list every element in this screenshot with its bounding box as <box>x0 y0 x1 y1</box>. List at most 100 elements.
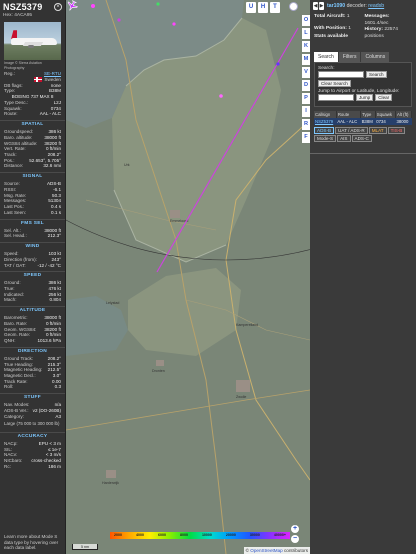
route-label: Route: <box>4 111 18 117</box>
info-row-value: 0.804 <box>49 297 62 303</box>
col-squawk[interactable]: Squawk <box>375 110 396 118</box>
close-icon[interactable]: × <box>54 3 62 11</box>
tab-search[interactable]: Search <box>314 51 338 62</box>
button-k[interactable]: K <box>302 41 310 52</box>
photo-plane-engine <box>28 45 34 49</box>
expand-right-icon[interactable]: ▶ <box>319 2 324 10</box>
col-altitude[interactable]: Alt (ft) <box>395 110 413 118</box>
map-canvas[interactable]: Emmeloord Lelystad Kampereiland Zwolle H… <box>66 0 310 554</box>
filter-ais[interactable]: AIS <box>337 134 351 142</box>
jump-button[interactable]: Jump <box>356 93 374 101</box>
button-r[interactable]: R <box>302 119 310 130</box>
col-type[interactable]: Type <box>360 110 376 118</box>
info-row-label: Mach: <box>4 297 17 303</box>
callsign-link[interactable]: NSZ5379 <box>315 119 333 124</box>
label-zwolle: Zwolle <box>236 395 246 399</box>
button-m[interactable]: M <box>302 54 310 65</box>
filter-tisb[interactable]: TIS-B <box>387 126 406 134</box>
section-signal: SIGNAL Source: ADS-B RSSI: -6.1 Msg. Rate: 50… <box>0 172 65 215</box>
button-i[interactable]: I <box>302 106 310 117</box>
button-v[interactable]: V <box>302 67 310 78</box>
map-side-buttons: O L K M V D P I R F <box>302 15 310 143</box>
layer-toggle-icon[interactable] <box>289 2 298 11</box>
map-attribution: © OpenStreetMap contributors <box>243 547 310 554</box>
aircraft-marker-other[interactable] <box>219 94 223 98</box>
info-row: Mach: 0.804 <box>0 297 65 303</box>
openstreetmap-link[interactable]: OpenStreetMap <box>250 548 282 553</box>
section-direction: DIRECTION Ground Track: 208.2° True Headin… <box>0 346 65 390</box>
section-title-spatial: SPATIAL <box>21 122 44 128</box>
decoder-info: tar1090 decoder: readsb <box>327 3 384 9</box>
button-f[interactable]: F <box>302 132 310 143</box>
clear-search-button[interactable]: Clear Search <box>318 79 351 87</box>
button-t[interactable]: T <box>270 2 280 13</box>
aircraft-marker-other[interactable] <box>276 62 280 66</box>
town-zwolle <box>236 380 250 392</box>
button-d[interactable]: D <box>302 80 310 91</box>
button-h[interactable]: H <box>258 2 268 13</box>
decoder-link[interactable]: readsb <box>368 3 384 9</box>
aircraft-marker-other[interactable] <box>91 4 95 8</box>
stuff-list: Nav. Modes: n/a ADS-B Ver.: v2 (DO-260B) Cat… <box>0 402 65 419</box>
collapse-left-icon[interactable]: ◀ <box>313 2 318 10</box>
with-pos-value: 1 <box>348 25 351 31</box>
filter-adsb[interactable]: ADS-B <box>314 126 335 134</box>
town-dronten <box>156 360 164 366</box>
fms-list: Sel. Alt.: 38000 ft Sel. Head.: 212.3° <box>0 228 65 239</box>
info-row: QNH: 1013.6 hPa <box>0 338 65 344</box>
button-o[interactable]: O <box>302 15 310 26</box>
col-callsign[interactable]: Callsign <box>314 110 337 118</box>
section-wind: WIND Speed: 103 kt Direction (from): 243° TA… <box>0 242 65 268</box>
selected-aircraft-icon[interactable] <box>66 0 78 12</box>
cell-callsign[interactable]: NSZ5379 <box>314 117 337 125</box>
clear-button[interactable]: Clear <box>375 93 393 101</box>
speed-list: Ground: 386 kt True: 476 kt Indicated: 256 kt… <box>0 280 65 303</box>
lake-markermeer <box>66 296 128 356</box>
info-row-label: QNH: <box>4 338 16 344</box>
total-value: 1 <box>346 14 350 19</box>
section-spatial: SPATIAL Groundspeed: 386 kt Baro. altitude… <box>0 120 65 169</box>
filter-mlat[interactable]: MLAT <box>368 126 387 134</box>
section-title-signal: SIGNAL <box>22 174 43 180</box>
decoder-text: decoder: <box>345 3 369 9</box>
search-input[interactable] <box>318 70 364 78</box>
button-l[interactable]: L <box>302 28 310 39</box>
info-header: NSZ5379 Hex: 4ACA95 × <box>0 0 65 19</box>
table-row[interactable]: NSZ5379 AAL - ALC B38M 0734 38000 <box>314 117 412 125</box>
map-view[interactable]: Emmeloord Lelystad Kampereiland Zwolle H… <box>66 0 310 554</box>
tab-columns[interactable]: Columns <box>361 51 390 62</box>
section-title-altitude: ALTITUDE <box>19 308 46 314</box>
zoom-out-button[interactable]: − <box>291 535 299 543</box>
info-row-label: Roll: <box>4 384 14 390</box>
attribution-suffix: contributors <box>282 548 308 553</box>
search-button[interactable]: Search <box>366 70 387 78</box>
altitude-list: Barometric: 38000 ft Baro. Rate: 0 ft/min Ge… <box>0 315 65 344</box>
filter-adsc[interactable]: ADS-C <box>351 134 372 142</box>
button-u[interactable]: U <box>246 2 256 13</box>
label-harderwijk: Harderwijk <box>102 481 119 485</box>
zoom-in-button[interactable]: + <box>291 525 299 533</box>
divider <box>310 153 416 154</box>
aircraft-photo[interactable] <box>4 22 61 61</box>
stats-available-link[interactable]: Stats available <box>314 34 362 41</box>
aircraft-marker-other[interactable] <box>117 18 121 22</box>
search-panel: Search: Search Clear Search Jump to Airp… <box>314 61 412 107</box>
tab-filters[interactable]: Filters <box>338 51 361 62</box>
aircraft-marker-other[interactable] <box>156 2 160 6</box>
wind-list: Speed: 103 kt Direction (from): 243° TAT / O… <box>0 251 65 268</box>
alt-tick: 40000+ <box>273 533 286 537</box>
info-row-value: 212.3° <box>47 233 61 239</box>
sidebar-header: ◀ ▶ tar1090 decoder: readsb <box>310 0 416 12</box>
info-row-value: 186 m <box>48 463 61 469</box>
decoder-name[interactable]: tar1090 <box>327 3 345 9</box>
filter-uat[interactable]: UAT / ADS-R <box>335 126 368 134</box>
filter-modes[interactable]: Mode-S <box>314 134 337 142</box>
section-title-accuracy: ACCURACY <box>17 433 48 439</box>
col-route[interactable]: Route <box>336 110 362 118</box>
photo-credit[interactable]: Image © Sierra Aviation Photography <box>0 60 65 71</box>
stats-left: Total Aircraft: 1 With Position: 1 Stats… <box>314 14 362 41</box>
aircraft-marker-other[interactable] <box>172 22 176 26</box>
jump-input[interactable] <box>318 93 354 101</box>
button-p[interactable]: P <box>302 93 310 104</box>
section-altitude: ALTITUDE Barometric: 38000 ft Baro. Rate: 0… <box>0 306 65 344</box>
